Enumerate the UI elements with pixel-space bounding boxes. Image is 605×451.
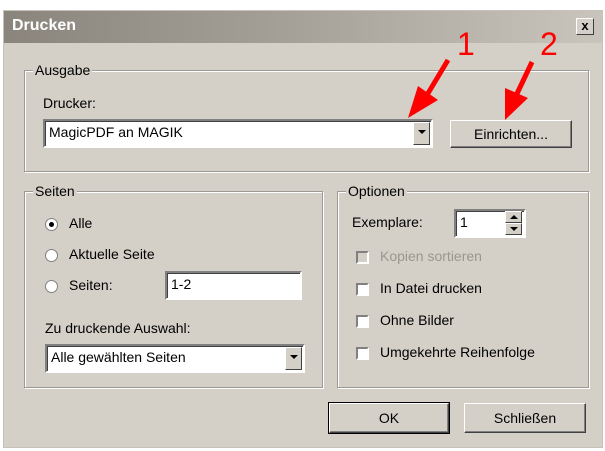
selection-value: Alle gewählten Seiten [51, 349, 186, 365]
pages-group: Seiten Alle Aktuelle Seite Seiten: 1-2 Z… [24, 183, 323, 388]
chevron-down-icon[interactable] [285, 347, 302, 370]
setup-button[interactable]: Einrichten... [450, 120, 572, 148]
radio-current-page-label[interactable]: Aktuelle Seite [69, 246, 155, 262]
pages-range-input[interactable]: 1-2 [165, 271, 302, 300]
options-group: Optionen Exemplare: 1 Kopien sortieren I… [337, 183, 589, 388]
pages-range-value: 1-2 [171, 276, 192, 292]
stepper-up-icon[interactable] [505, 211, 522, 223]
close-button[interactable]: x [576, 18, 594, 35]
checkbox-reverse-order-label[interactable]: Umgekehrte Reihenfolge [380, 344, 535, 360]
print-dialog: Drucken x Ausgabe Drucker: MagicPDF an M… [3, 10, 603, 448]
radio-pages-label[interactable]: Seiten: [69, 277, 113, 293]
output-group: Ausgabe Drucker: MagicPDF an MAGIK Einri… [24, 62, 589, 172]
chevron-down-icon[interactable] [413, 122, 430, 145]
ok-button[interactable]: OK [328, 402, 450, 434]
stepper-down-icon[interactable] [505, 223, 522, 235]
window-title: Drucken [12, 17, 77, 34]
checkbox-no-images[interactable] [356, 315, 369, 328]
checkbox-no-images-label[interactable]: Ohne Bilder [380, 312, 454, 328]
selection-label: Zu druckende Auswahl: [45, 320, 191, 336]
radio-all[interactable] [45, 218, 58, 231]
close-dialog-button[interactable]: Schließen [464, 403, 586, 433]
printer-label: Drucker: [43, 95, 96, 111]
annotation-number-2: 2 [540, 26, 558, 62]
pages-legend: Seiten [33, 183, 77, 199]
radio-all-label[interactable]: Alle [69, 215, 92, 231]
copies-value: 1 [460, 214, 468, 230]
checkbox-collate-label[interactable]: Kopien sortieren [380, 248, 482, 264]
annotation-number-1: 1 [457, 26, 475, 62]
checkbox-reverse-order[interactable] [356, 347, 369, 360]
checkbox-print-to-file-label[interactable]: In Datei drucken [380, 280, 482, 296]
radio-current-page[interactable] [45, 249, 58, 262]
printer-dropdown[interactable]: MagicPDF an MAGIK [43, 119, 433, 148]
printer-value: MagicPDF an MAGIK [49, 124, 183, 140]
checkbox-collate[interactable] [356, 251, 369, 264]
selection-dropdown[interactable]: Alle gewählten Seiten [45, 344, 305, 373]
options-legend: Optionen [346, 183, 407, 199]
title-bar: Drucken x [4, 11, 602, 43]
output-legend: Ausgabe [33, 62, 93, 78]
copies-input[interactable]: 1 [454, 209, 526, 238]
copies-label: Exemplare: [352, 214, 423, 230]
radio-pages[interactable] [45, 280, 58, 293]
copies-stepper[interactable] [505, 211, 522, 235]
checkbox-print-to-file[interactable] [356, 283, 369, 296]
